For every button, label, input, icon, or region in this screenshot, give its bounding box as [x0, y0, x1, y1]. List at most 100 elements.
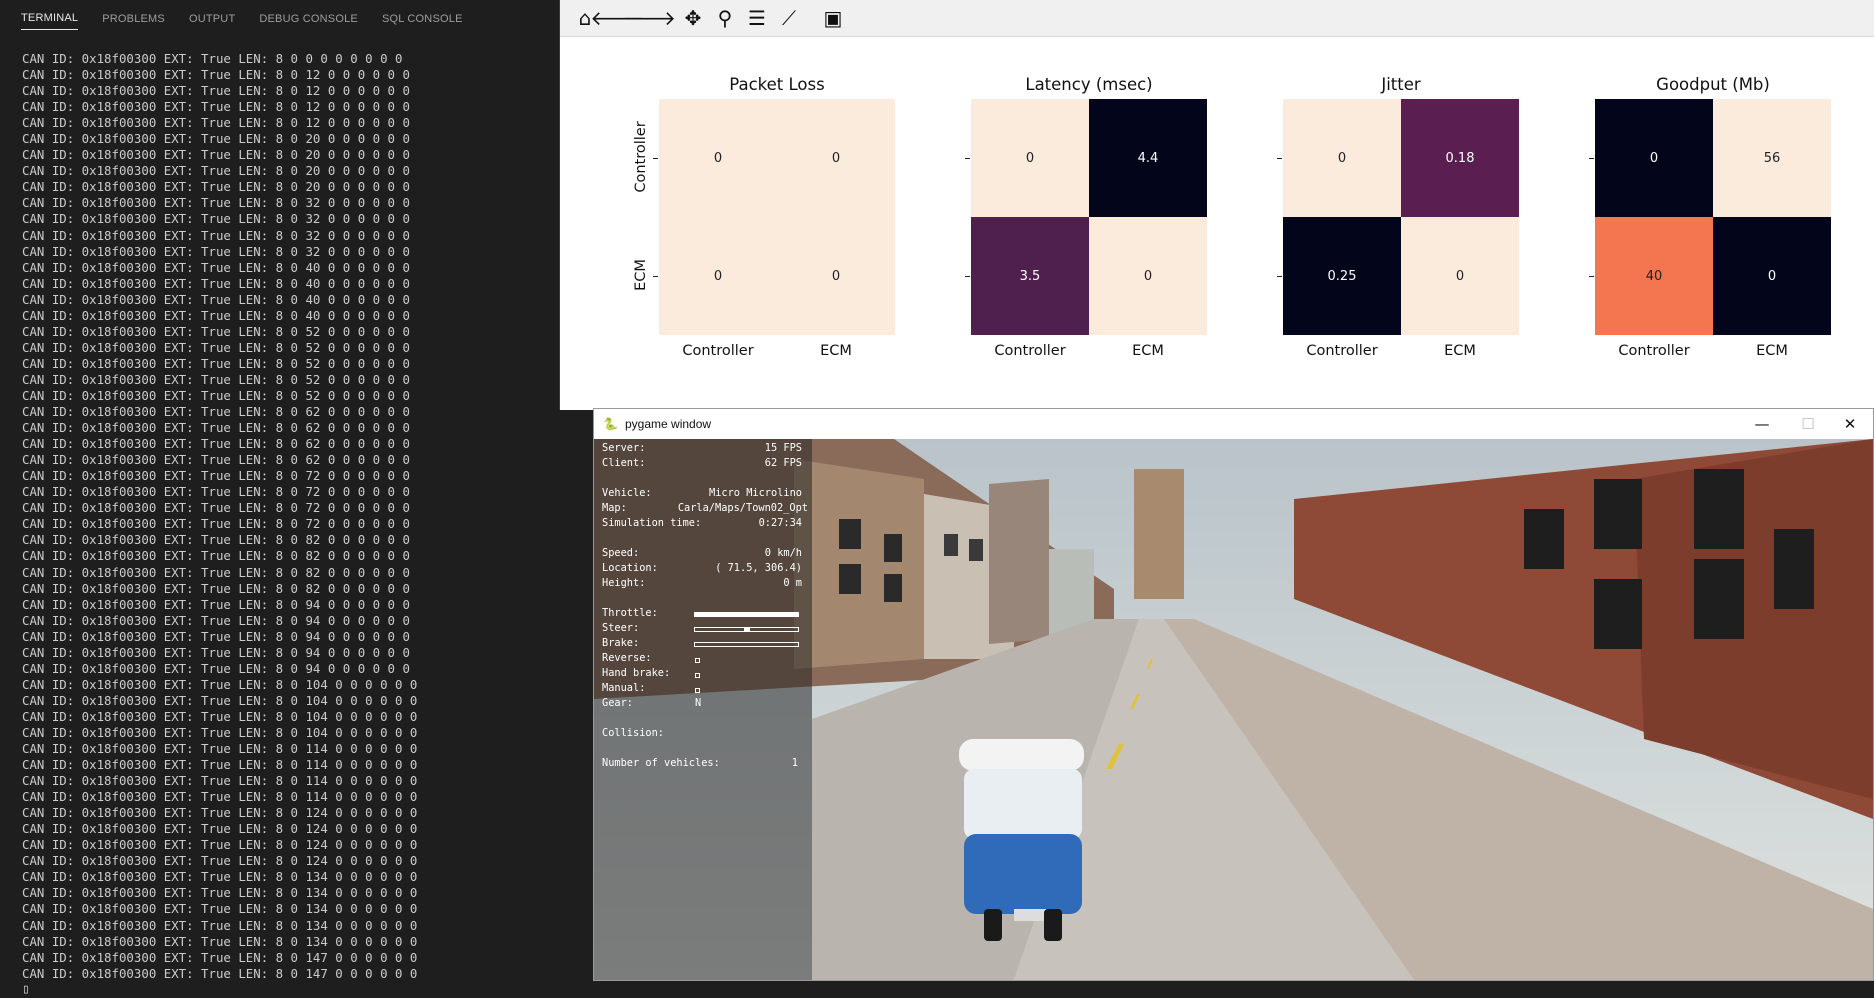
tab-problems[interactable]: PROBLEMS: [102, 7, 165, 30]
hud-brake-label: Brake:: [602, 637, 640, 649]
terminal-line: CAN ID: 0x18f00300 EXT: True LEN: 8 0 12…: [22, 853, 418, 869]
heatmap-cell: 0: [971, 99, 1089, 217]
navigation-toolbar: ⌂ 🡐 🡒 ✥ ⚲ ☰ ⟋ ▣: [560, 0, 1874, 37]
hud-steer-label: Steer:: [602, 622, 640, 634]
terminal-panel: TERMINAL PROBLEMS OUTPUT DEBUG CONSOLE S…: [0, 0, 596, 997]
terminal-line: CAN ID: 0x18f00300 EXT: True LEN: 8 0 13…: [22, 869, 418, 885]
heatmap-cell: 4.4: [1089, 99, 1207, 217]
x-tick-label: Controller: [682, 343, 754, 359]
terminal-line: CAN ID: 0x18f00300 EXT: True LEN: 8 0 12…: [22, 115, 410, 131]
x-tick-label: ECM: [1444, 343, 1476, 359]
terminal-cursor[interactable]: ▯: [22, 982, 582, 998]
tab-terminal[interactable]: TERMINAL: [21, 6, 79, 30]
terminal-line: CAN ID: 0x18f00300 EXT: True LEN: 8 0 52…: [22, 323, 410, 339]
terminal-line: CAN ID: 0x18f00300 EXT: True LEN: 8 0 12…: [22, 67, 410, 83]
y-tick-mark: [1589, 276, 1594, 277]
hud-location-label: Location:: [602, 562, 658, 574]
heatmap-cell: 0: [777, 99, 895, 217]
terminal-line: CAN ID: 0x18f00300 EXT: True LEN: 8 0 40…: [22, 275, 410, 291]
hud-client-label: Client:: [602, 457, 646, 469]
terminal-line: CAN ID: 0x18f00300 EXT: True LEN: 8 0 94…: [22, 628, 410, 644]
terminal-line: CAN ID: 0x18f00300 EXT: True LEN: 8 0 82…: [22, 532, 410, 548]
simulation-viewport[interactable]: Server: 15 FPS Client: 62 FPS Vehicle: M…: [594, 439, 1873, 980]
window-titlebar[interactable]: 🐍 pygame window — ☐ ✕: [594, 409, 1873, 439]
hud-simtime-label: Simulation time:: [602, 517, 702, 529]
terminal-line: CAN ID: 0x18f00300 EXT: True LEN: 8 0 82…: [22, 564, 410, 580]
hud-throttle-label: Throttle:: [602, 607, 658, 619]
hud-vehicle-value: Micro Microlino: [709, 487, 802, 499]
heatmap-cell: 0: [659, 99, 777, 217]
heatmap-cell: 0: [1595, 99, 1713, 217]
pygame-snake-icon: 🐍: [603, 417, 618, 431]
terminal-line: CAN ID: 0x18f00300 EXT: True LEN: 8 0 62…: [22, 436, 410, 452]
configure-subplots-icon[interactable]: ☰: [744, 5, 770, 31]
hud-client-value: 62 FPS: [764, 457, 802, 469]
hud-height-value: 0 m: [783, 577, 802, 589]
close-button[interactable]: ✕: [1827, 409, 1873, 439]
tab-sql-console[interactable]: SQL CONSOLE: [382, 7, 463, 30]
save-icon[interactable]: ▣: [820, 5, 846, 31]
terminal-line: CAN ID: 0x18f00300 EXT: True LEN: 8 0 20…: [22, 163, 410, 179]
window-title: pygame window: [625, 417, 712, 431]
heatmap-axes[interactable]: 0 4.4 3.5 0: [971, 99, 1207, 335]
heatmap-cell: 0.25: [1283, 217, 1401, 335]
maximize-button[interactable]: ☐: [1785, 409, 1831, 439]
hud-handbrake-label: Hand brake:: [602, 667, 671, 679]
terminal-line: CAN ID: 0x18f00300 EXT: True LEN: 8 0 32…: [22, 243, 410, 259]
terminal-line: CAN ID: 0x18f00300 EXT: True LEN: 8 0 12…: [22, 83, 410, 99]
heatmap-cell: 0: [777, 217, 895, 335]
terminal-line: CAN ID: 0x18f00300 EXT: True LEN: 8 0 40…: [22, 259, 410, 275]
brake-bar: [694, 642, 799, 647]
hud-reverse-label: Reverse:: [602, 652, 652, 664]
x-tick-label: ECM: [1132, 343, 1164, 359]
terminal-line: CAN ID: 0x18f00300 EXT: True LEN: 8 0 12…: [22, 805, 418, 821]
forward-icon[interactable]: 🡒: [622, 5, 676, 31]
terminal-tab-bar: TERMINAL PROBLEMS OUTPUT DEBUG CONSOLE S…: [0, 0, 596, 36]
terminal-line: CAN ID: 0x18f00300 EXT: True LEN: 8 0 13…: [22, 917, 418, 933]
throttle-bar: [694, 612, 799, 617]
terminal-line: CAN ID: 0x18f00300 EXT: True LEN: 8 0 10…: [22, 724, 418, 740]
edit-axis-icon[interactable]: ⟋: [776, 5, 802, 31]
hud-gear-label: Gear:: [602, 697, 633, 709]
x-tick-label: ECM: [1756, 343, 1788, 359]
terminal-line: CAN ID: 0x18f00300 EXT: True LEN: 8 0 11…: [22, 789, 418, 805]
y-tick-mark: [1277, 158, 1282, 159]
x-tick-label: Controller: [1306, 343, 1378, 359]
terminal-line: CAN ID: 0x18f00300 EXT: True LEN: 8 0 62…: [22, 452, 410, 468]
tab-output[interactable]: OUTPUT: [189, 7, 235, 30]
terminal-line: CAN ID: 0x18f00300 EXT: True LEN: 8 0 11…: [22, 757, 418, 773]
tab-debug-console[interactable]: DEBUG CONSOLE: [259, 7, 358, 30]
hud-vehicles-label: Number of vehicles:: [602, 757, 720, 769]
y-tick-mark: [653, 158, 658, 159]
zoom-icon[interactable]: ⚲: [712, 5, 738, 31]
terminal-output[interactable]: CAN ID: 0x18f00300 EXT: True LEN: 8 0 0 …: [22, 51, 582, 998]
heatmap-title: Jitter: [1381, 75, 1421, 94]
hud-map-value: Carla/Maps/Town02_Opt: [677, 502, 808, 514]
x-tick-label: ECM: [820, 343, 852, 359]
terminal-line: CAN ID: 0x18f00300 EXT: True LEN: 8 0 62…: [22, 420, 410, 436]
y-tick-mark: [965, 158, 970, 159]
hud-vehicles-value: 1: [791, 757, 798, 769]
heatmap-axes[interactable]: 0 0.18 0.25 0: [1283, 99, 1519, 335]
pygame-window: 🐍 pygame window — ☐ ✕ Server: 15 FPS Cli…: [593, 408, 1874, 981]
y-tick-mark: [1589, 158, 1594, 159]
terminal-line: CAN ID: 0x18f00300 EXT: True LEN: 8 0 94…: [22, 644, 410, 660]
heatmap-axes[interactable]: 0 56 40 0: [1595, 99, 1831, 335]
terminal-line: CAN ID: 0x18f00300 EXT: True LEN: 8 0 72…: [22, 468, 410, 484]
terminal-line: CAN ID: 0x18f00300 EXT: True LEN: 8 0 10…: [22, 708, 418, 724]
heatmap-cell: 0: [1089, 217, 1207, 335]
minimize-button[interactable]: —: [1739, 409, 1785, 439]
terminal-line: CAN ID: 0x18f00300 EXT: True LEN: 8 0 94…: [22, 596, 410, 612]
heatmap-cell: 0.18: [1401, 99, 1519, 217]
pan-icon[interactable]: ✥: [680, 5, 706, 31]
hud-simtime-value: 0:27:34: [758, 517, 802, 529]
terminal-line: CAN ID: 0x18f00300 EXT: True LEN: 8 0 20…: [22, 179, 410, 195]
terminal-line: CAN ID: 0x18f00300 EXT: True LEN: 8 0 32…: [22, 195, 410, 211]
terminal-line: CAN ID: 0x18f00300 EXT: True LEN: 8 0 62…: [22, 404, 410, 420]
heatmap-axes[interactable]: 0000: [659, 99, 895, 335]
terminal-line: CAN ID: 0x18f00300 EXT: True LEN: 8 0 10…: [22, 692, 418, 708]
heatmap-title: Goodput (Mb): [1656, 75, 1770, 94]
hud-server-value: 15 FPS: [764, 442, 802, 454]
x-tick-label: Controller: [1618, 343, 1690, 359]
steer-bar: [694, 627, 799, 632]
